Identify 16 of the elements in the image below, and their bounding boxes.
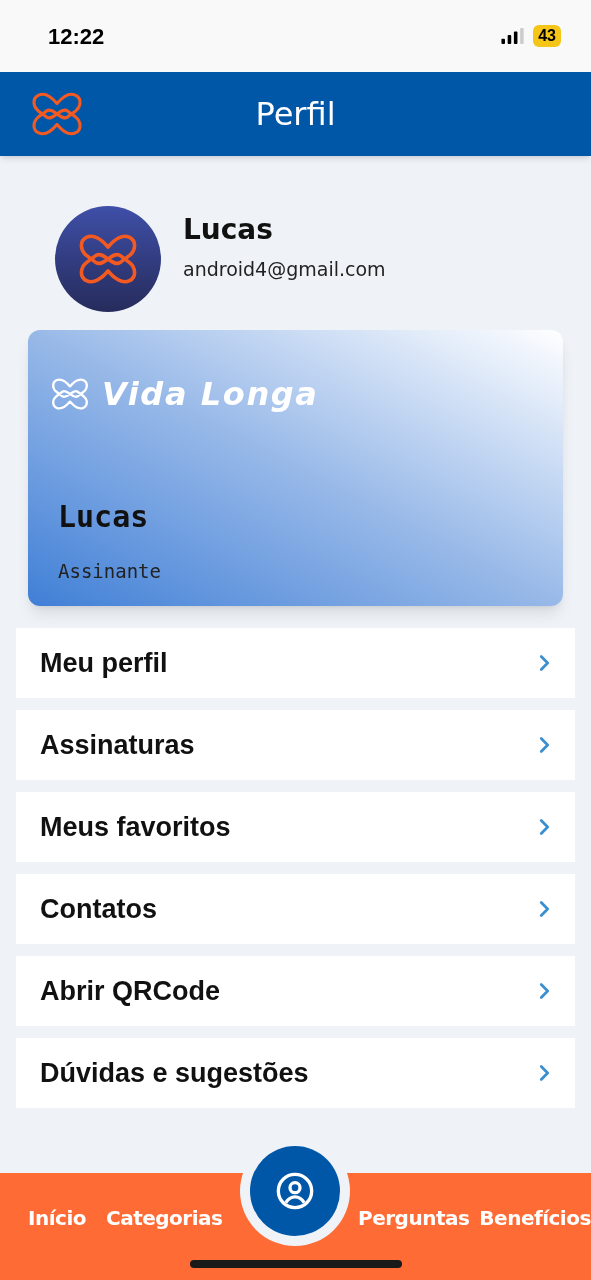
status-time: 12:22 [48, 22, 105, 51]
profile-email: android4@gmail.com [183, 256, 386, 282]
user-icon [275, 1171, 315, 1211]
menu-item[interactable]: Assinaturas [16, 710, 575, 780]
signal-icon [501, 28, 526, 44]
profile-name: Lucas [183, 211, 274, 248]
menu-item[interactable]: Contatos [16, 874, 575, 944]
menu-item[interactable]: Dúvidas e sugestões [16, 1038, 575, 1108]
page-title: Perfil [255, 94, 336, 135]
battery-indicator: 43 [533, 25, 561, 47]
card-plan: Assinante [58, 559, 162, 584]
menu-item[interactable]: Meu perfil [16, 628, 575, 698]
menu-item[interactable]: Abrir QRCode [16, 956, 575, 1026]
menu-item[interactable]: Meus favoritos [16, 792, 575, 862]
card-name: Lucas [58, 498, 150, 536]
card-brand: Vida Longa [102, 374, 319, 415]
